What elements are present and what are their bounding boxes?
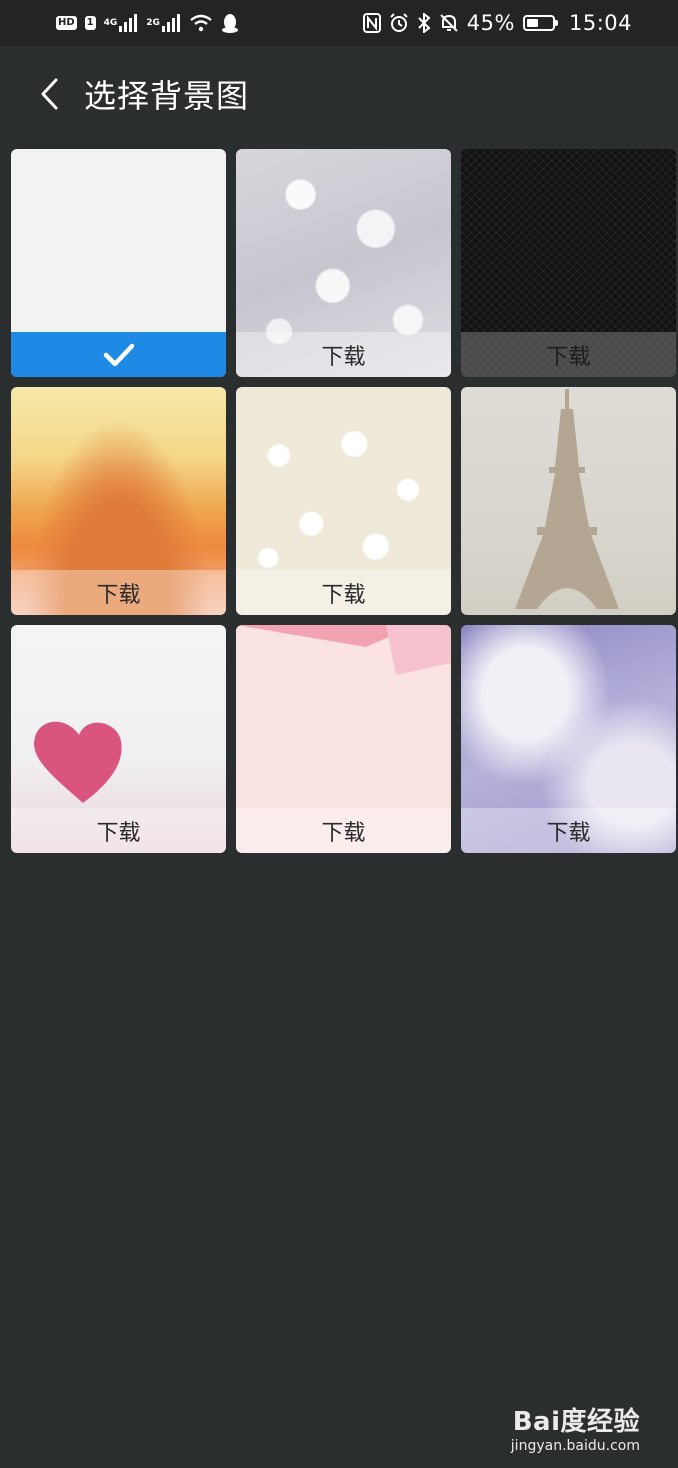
download-label[interactable]: 下载 xyxy=(461,332,676,377)
background-tile-purple-water-drops[interactable]: 下载 xyxy=(461,625,676,853)
download-label[interactable]: 下载 xyxy=(236,332,451,377)
selected-indicator xyxy=(11,332,226,377)
tile-image xyxy=(461,387,676,615)
hd-indicator: HD xyxy=(56,16,77,30)
background-tile-bokeh[interactable]: 下载 xyxy=(236,149,451,377)
download-label[interactable]: 下载 xyxy=(11,808,226,853)
background-tile-dark-texture[interactable]: 下载 xyxy=(461,149,676,377)
back-button[interactable] xyxy=(30,74,70,114)
battery-fill xyxy=(526,19,538,27)
bluetooth-icon xyxy=(417,13,431,33)
header: 选择背景图 xyxy=(0,46,678,142)
network-type-2: 2G xyxy=(146,18,160,28)
status-bar-right: 45% 15:04 xyxy=(362,11,632,35)
watermark-logo: Bai度经验 xyxy=(512,1407,640,1437)
status-bar-left: HD 1 4G 2G xyxy=(56,13,239,33)
background-tile-pink-heart[interactable]: 下载 xyxy=(11,625,226,853)
clock: 15:04 xyxy=(568,11,632,35)
signal-icon: 2G xyxy=(146,14,181,32)
eiffel-tower-illustration xyxy=(515,389,619,609)
baidu-jingyan-watermark: Bai度经验 jingyan.baidu.com xyxy=(511,1401,640,1454)
alarm-icon xyxy=(389,13,409,33)
signal-icon: 4G xyxy=(104,14,139,32)
background-grid: 下载 下载 下载 下载 下载 下载 下载 xyxy=(11,149,676,853)
download-label[interactable]: 下载 xyxy=(236,808,451,853)
mute-icon xyxy=(439,13,459,33)
sim-indicator: 1 xyxy=(84,16,96,30)
nfc-icon xyxy=(362,13,381,33)
wifi-icon xyxy=(189,14,213,32)
page-title: 选择背景图 xyxy=(84,77,250,115)
download-label[interactable]: 下载 xyxy=(11,570,226,615)
background-tile-white-flowers[interactable]: 下载 xyxy=(236,387,451,615)
download-label[interactable]: 下载 xyxy=(236,570,451,615)
network-type-1: 4G xyxy=(103,18,118,28)
chevron-left-icon xyxy=(41,78,58,110)
battery-percent: 45% xyxy=(466,11,515,35)
battery-icon xyxy=(522,15,558,31)
background-tile-pink-paper[interactable]: 下载 xyxy=(236,625,451,853)
status-bar: HD 1 4G 2G 45% 15:04 xyxy=(0,0,678,46)
watermark-url: jingyan.baidu.com xyxy=(510,1438,640,1454)
background-tile-eiffel-tower[interactable] xyxy=(461,387,676,615)
download-label[interactable]: 下载 xyxy=(461,808,676,853)
background-tile-golden-glitter[interactable]: 下载 xyxy=(11,387,226,615)
background-tile-plain-white[interactable] xyxy=(11,149,226,377)
qq-icon xyxy=(221,13,239,33)
check-icon xyxy=(103,343,134,366)
